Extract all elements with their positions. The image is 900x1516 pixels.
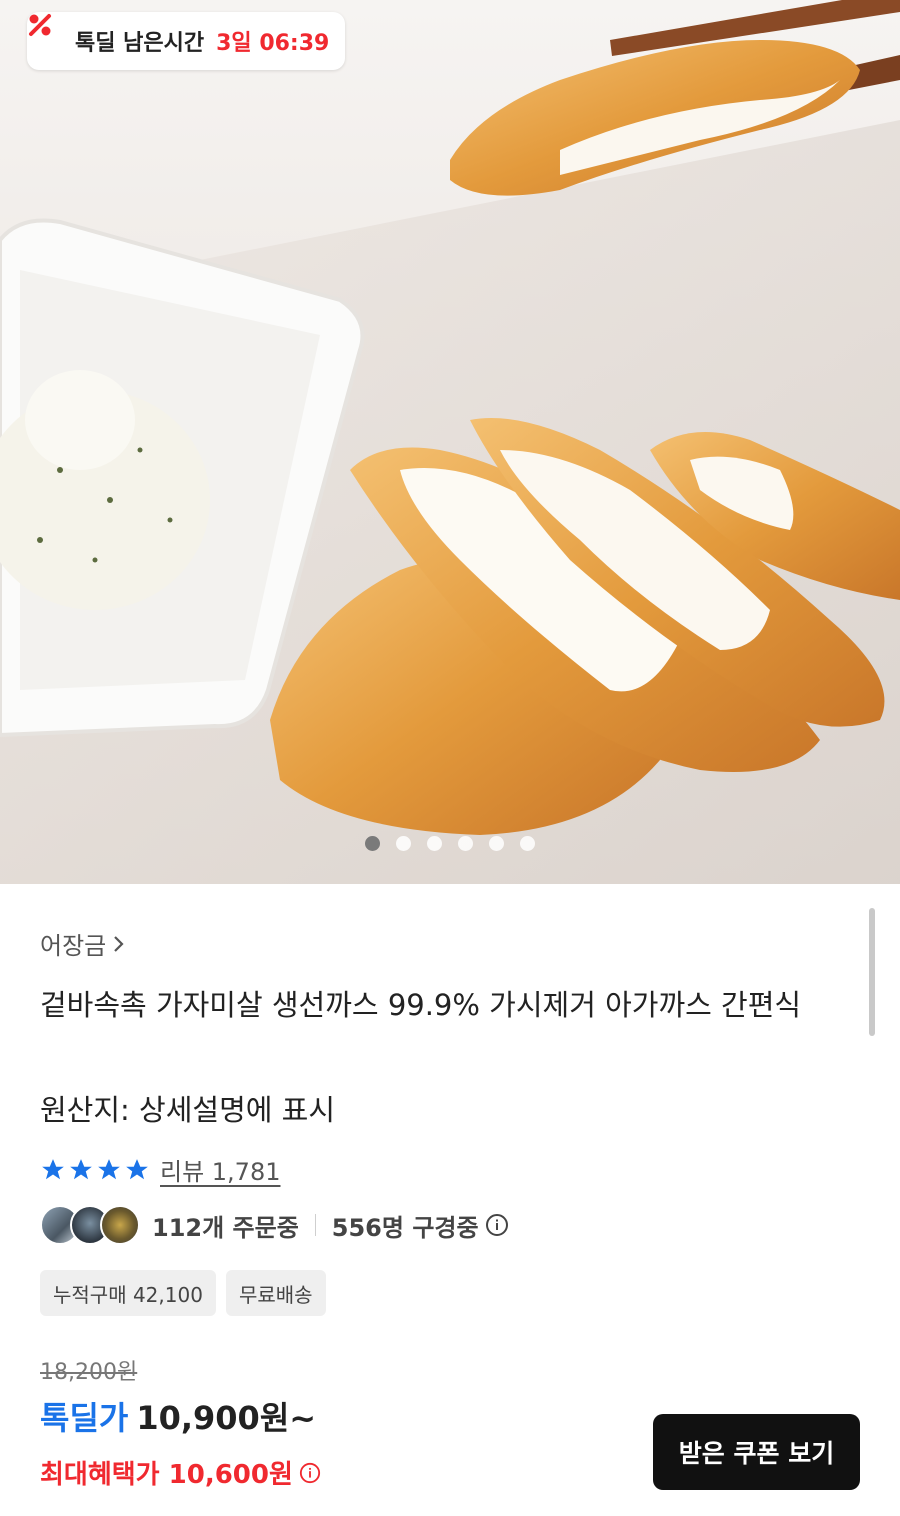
star-icon bbox=[70, 1158, 92, 1179]
gallery-dot[interactable] bbox=[396, 836, 411, 851]
star-rating bbox=[40, 1157, 150, 1183]
max-benefit-price: 최대혜택가 10,600원 bbox=[40, 1460, 293, 1490]
deal-timer-badge: 톡딜 남은시간 3일 06:39 bbox=[27, 12, 346, 70]
star-icon bbox=[42, 1158, 64, 1179]
tag-free-shipping: 무료배송 bbox=[225, 1270, 326, 1316]
view-coupons-button[interactable]: 받은 쿠폰 보기 bbox=[653, 1414, 860, 1490]
rating-row: 리뷰 1,781 bbox=[40, 1152, 281, 1187]
max-benefit-row: 최대혜택가 10,600원 bbox=[40, 1454, 321, 1491]
sale-price-row: 톡딜가 10,900원~ bbox=[40, 1393, 316, 1439]
info-icon[interactable] bbox=[299, 1462, 321, 1484]
original-price: 18,200원 bbox=[40, 1360, 138, 1385]
star-icon bbox=[126, 1158, 148, 1179]
tag-cumulative-purchases: 누적구매 42,100 bbox=[40, 1270, 216, 1316]
product-origin: 원산지: 상세설명에 표시 bbox=[40, 1093, 336, 1127]
product-photo bbox=[0, 0, 900, 884]
gallery-dot[interactable] bbox=[365, 836, 380, 851]
percent-icon bbox=[29, 14, 67, 54]
gallery-dot[interactable] bbox=[489, 836, 504, 851]
gallery-dot[interactable] bbox=[427, 836, 442, 851]
product-title: 겉바속촉 가자미살 생선까스 99.9% 가시제거 아가까스 간편식 bbox=[40, 988, 802, 1022]
sale-price: 10,900원~ bbox=[136, 1399, 317, 1437]
avatar bbox=[100, 1205, 140, 1245]
viewers-count: 556명 구경중 bbox=[331, 1213, 479, 1242]
brand-link[interactable]: 어장금 bbox=[40, 926, 126, 961]
gallery-pagination bbox=[0, 836, 900, 851]
divider bbox=[314, 1214, 316, 1236]
review-count-link[interactable]: 리뷰 1,781 bbox=[160, 1152, 281, 1187]
gallery-dot[interactable] bbox=[520, 836, 535, 851]
product-image-gallery[interactable]: 톡딜 남은시간 3일 06:39 bbox=[0, 0, 900, 884]
scrollbar[interactable] bbox=[869, 908, 875, 1036]
orders-count: 112개 주문중 bbox=[152, 1213, 299, 1242]
info-icon[interactable] bbox=[485, 1213, 509, 1237]
social-proof: 112개 주문중 556명 구경중 bbox=[40, 1205, 509, 1245]
brand-name: 어장금 bbox=[40, 932, 107, 960]
chevron-right-icon bbox=[114, 935, 124, 952]
gallery-dot[interactable] bbox=[458, 836, 473, 851]
buyer-avatars bbox=[40, 1205, 140, 1245]
product-tags: 누적구매 42,100 무료배송 bbox=[40, 1270, 326, 1316]
deal-time-left: 3일 06:39 bbox=[216, 31, 330, 56]
star-icon bbox=[98, 1158, 120, 1179]
sale-price-label: 톡딜가 bbox=[40, 1399, 129, 1437]
deal-timer-label: 톡딜 남은시간 bbox=[75, 31, 205, 56]
